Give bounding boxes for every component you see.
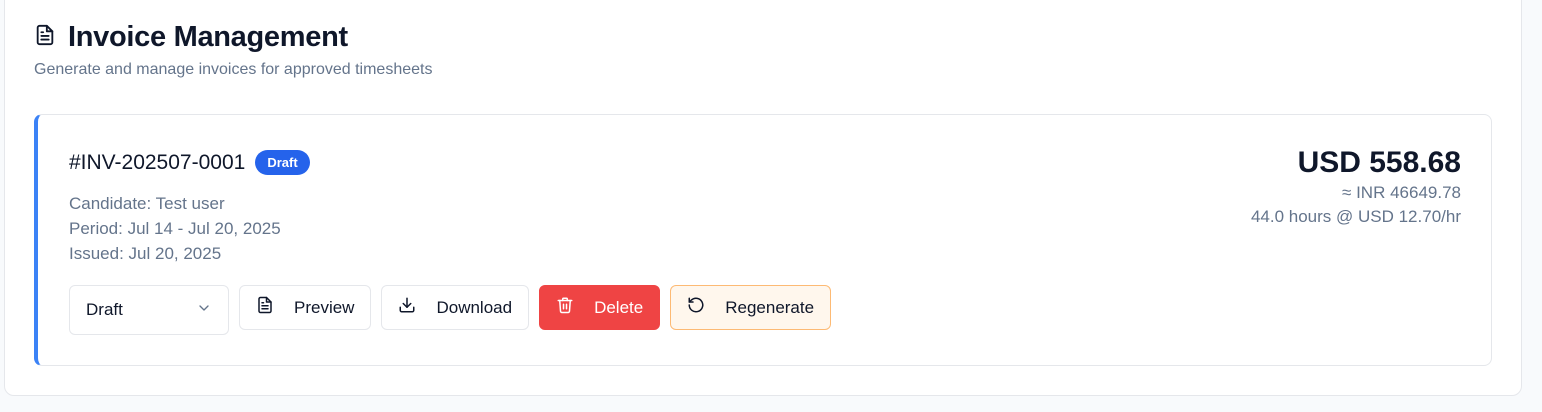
invoice-actions: Draft Preview Download Delete Regenerate [69, 285, 832, 335]
preview-label: Preview [294, 297, 355, 317]
hours-rate: 44.0 hours @ USD 12.70/hr [1250, 207, 1461, 226]
status-badge: Draft [255, 150, 310, 175]
period-text: Period: Jul 14 - Jul 20, 2025 [69, 219, 281, 238]
refresh-icon [687, 296, 705, 319]
chevron-down-icon [196, 300, 212, 321]
download-button[interactable]: Download [381, 285, 530, 330]
invoice-card: #INV-202507-0001 Draft Candidate: Test u… [34, 114, 1492, 366]
preview-button[interactable]: Preview [239, 285, 372, 330]
download-icon [398, 296, 416, 319]
delete-button[interactable]: Delete [539, 285, 661, 330]
document-icon [34, 24, 56, 51]
trash-icon [556, 296, 574, 319]
amount-inr: ≈ INR 46649.78 [1342, 183, 1461, 202]
invoice-number: #INV-202507-0001 [69, 150, 246, 174]
issued-text: Issued: Jul 20, 2025 [69, 244, 222, 263]
status-select[interactable]: Draft [69, 285, 229, 335]
regenerate-label: Regenerate [725, 297, 815, 317]
regenerate-button[interactable]: Regenerate [670, 285, 832, 330]
invoice-meta: Candidate: Test user Period: Jul 14 - Ju… [69, 191, 281, 266]
amount-usd: USD 558.68 [1297, 146, 1461, 179]
download-label: Download [436, 297, 513, 317]
page-subtitle: Generate and manage invoices for approve… [34, 61, 433, 78]
document-icon [256, 296, 274, 319]
candidate-text: Candidate: Test user [69, 194, 225, 213]
page-title: Invoice Management [68, 20, 348, 53]
status-select-value: Draft [86, 300, 123, 319]
title-row: Invoice Management [34, 20, 432, 54]
page-header: Invoice Management Generate and manage i… [34, 20, 432, 79]
invoice-amounts: USD 558.68 ≈ INR 46649.78 44.0 hours @ U… [1251, 146, 1461, 230]
delete-label: Delete [594, 297, 644, 317]
invoice-header-row: #INV-202507-0001 Draft [69, 150, 310, 175]
